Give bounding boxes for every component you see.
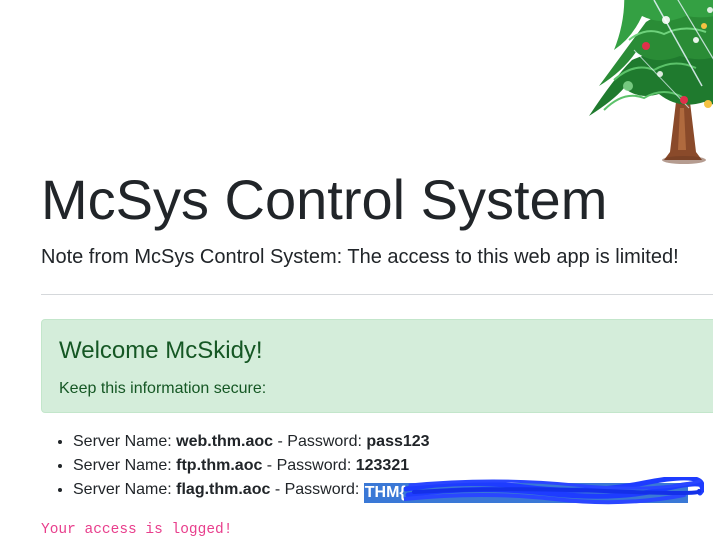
list-item: Server Name: ftp.thm.aoc - Password: 123… bbox=[73, 454, 713, 478]
alert-text: Keep this information secure: bbox=[59, 380, 267, 397]
list-item: Server Name: web.thm.aoc - Password: pas… bbox=[73, 430, 713, 454]
server-name: flag.thm.aoc bbox=[176, 481, 271, 498]
page-title: McSys Control System bbox=[41, 168, 608, 231]
redaction-scribble bbox=[403, 477, 704, 505]
server-password: 123321 bbox=[355, 457, 410, 474]
password-label: - Password: bbox=[262, 457, 356, 474]
list-item: Server Name: flag.thm.aoc - Password: TH… bbox=[73, 477, 713, 505]
server-name-label: Server Name: bbox=[73, 433, 177, 450]
server-name: web.thm.aoc bbox=[176, 433, 274, 450]
page: McSys Control System Note from McSys Con… bbox=[0, 0, 713, 549]
password-label: - Password: bbox=[273, 433, 367, 450]
flag-password-selection[interactable]: THM{ bbox=[363, 477, 704, 505]
server-name: ftp.thm.aoc bbox=[176, 457, 263, 474]
christmas-tree-icon bbox=[589, 0, 713, 164]
server-name-label: Server Name: bbox=[73, 457, 177, 474]
flag-password: THM{ bbox=[364, 484, 406, 501]
welcome-alert: Welcome McSkidy! Keep this information s… bbox=[41, 319, 713, 413]
access-logged-notice: Your access is logged! bbox=[41, 522, 233, 538]
server-list: Server Name: web.thm.aoc - Password: pas… bbox=[41, 430, 713, 505]
access-note: Note from McSys Control System: The acce… bbox=[41, 246, 679, 268]
server-name-label: Server Name: bbox=[73, 481, 177, 498]
divider bbox=[41, 294, 713, 295]
password-label: - Password: bbox=[270, 481, 364, 498]
server-password: pass123 bbox=[366, 433, 430, 450]
alert-heading: Welcome McSkidy! bbox=[59, 337, 263, 364]
